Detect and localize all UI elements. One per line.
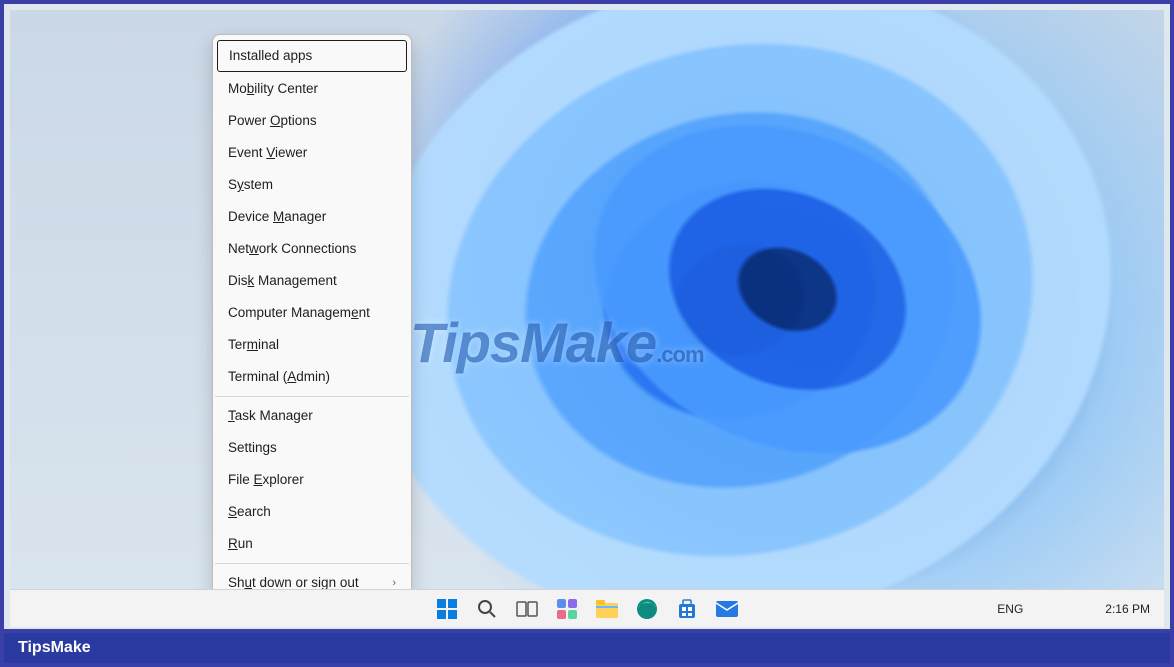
menu-separator — [215, 396, 409, 397]
menu-item-settings[interactable]: Settings — [216, 432, 408, 464]
desktop[interactable]: TipsMake.com Installed appsMobility Cent… — [10, 10, 1164, 589]
menu-item-label: Terminal — [228, 335, 279, 355]
menu-item-terminal-admin-[interactable]: Terminal (Admin) — [216, 361, 408, 393]
menu-item-label: Run — [228, 534, 253, 554]
chevron-right-icon: › — [392, 573, 396, 589]
menu-item-power-options[interactable]: Power Options — [216, 105, 408, 137]
menu-item-label: Mobility Center — [228, 79, 318, 99]
menu-item-label: Installed apps — [229, 46, 312, 66]
menu-item-label: Disk Management — [228, 271, 337, 291]
menu-item-label: File Explorer — [228, 470, 304, 490]
menu-item-label: Event Viewer — [228, 143, 307, 163]
menu-item-run[interactable]: Run — [216, 528, 408, 560]
clock[interactable]: 2:16 PM — [1105, 602, 1150, 616]
menu-item-label: Device Manager — [228, 207, 326, 227]
explorer-icon[interactable] — [594, 596, 620, 622]
menu-item-task-manager[interactable]: Task Manager — [216, 400, 408, 432]
widgets-icon[interactable] — [554, 596, 580, 622]
footer-brand: TipsMake — [18, 639, 91, 657]
menu-item-shut-down-or-sign-out[interactable]: Shut down or sign out › — [216, 567, 408, 589]
menu-item-event-viewer[interactable]: Event Viewer — [216, 137, 408, 169]
store-icon[interactable] — [674, 596, 700, 622]
edge-icon[interactable] — [634, 596, 660, 622]
menu-item-label: Terminal (Admin) — [228, 367, 330, 387]
menu-item-network-connections[interactable]: Network Connections — [216, 233, 408, 265]
menu-item-installed-apps[interactable]: Installed apps — [217, 40, 407, 72]
system-tray[interactable]: ENG 2:16 PM — [997, 602, 1150, 616]
menu-item-system[interactable]: System — [216, 169, 408, 201]
menu-item-label: Search — [228, 502, 271, 522]
language-indicator[interactable]: ENG — [997, 602, 1023, 616]
menu-item-label: Network Connections — [228, 239, 356, 259]
menu-item-label: Computer Management — [228, 303, 370, 323]
menu-item-file-explorer[interactable]: File Explorer — [216, 464, 408, 496]
menu-item-label: Power Options — [228, 111, 317, 131]
desktop-wallpaper — [10, 10, 1164, 589]
menu-separator — [215, 563, 409, 564]
menu-item-device-manager[interactable]: Device Manager — [216, 201, 408, 233]
menu-item-label: System — [228, 175, 273, 195]
menu-item-computer-management[interactable]: Computer Management — [216, 297, 408, 329]
search-icon[interactable] — [474, 596, 500, 622]
menu-item-mobility-center[interactable]: Mobility Center — [216, 73, 408, 105]
menu-item-label: Shut down or sign out — [228, 573, 359, 589]
start-button[interactable] — [434, 596, 460, 622]
menu-item-label: Settings — [228, 438, 277, 458]
winx-context-menu[interactable]: Installed apps Mobility Center Power Optio… — [212, 34, 412, 589]
mail-icon[interactable] — [714, 596, 740, 622]
outer-frame: TipsMake.com Installed appsMobility Cent… — [4, 4, 1170, 629]
taskbar[interactable]: ENG 2:16 PM — [10, 589, 1164, 627]
menu-item-search[interactable]: Search — [216, 496, 408, 528]
taskbar-center — [434, 596, 740, 622]
task-view-icon[interactable] — [514, 596, 540, 622]
menu-item-disk-management[interactable]: Disk Management — [216, 265, 408, 297]
menu-item-label: Task Manager — [228, 406, 313, 426]
footer-bar: TipsMake — [4, 633, 1170, 663]
menu-item-terminal[interactable]: Terminal — [216, 329, 408, 361]
